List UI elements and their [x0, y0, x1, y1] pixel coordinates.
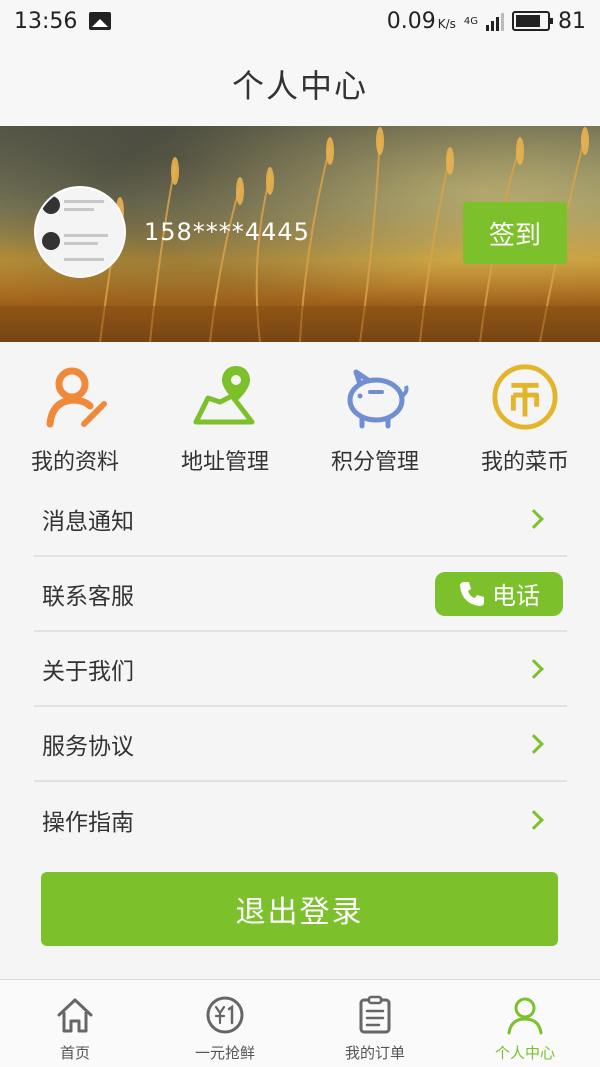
- home-icon: [53, 994, 97, 1036]
- page-title-bar: 个人中心: [0, 42, 600, 126]
- settings-menu: 消息通知 联系客服 电话 关于我们 服务协议 操作指南: [34, 482, 567, 857]
- menu-item-label: 消息通知: [42, 508, 134, 535]
- quick-actions: 我的资料 地址管理 积分管理 我的菜币: [0, 342, 600, 482]
- order-list-icon: [353, 994, 397, 1036]
- net-speed-unit: K/s: [437, 16, 456, 31]
- call-button-label: 电话: [492, 582, 540, 610]
- chevron-right-icon: [524, 658, 544, 679]
- quick-action-label: 地址管理: [180, 450, 269, 475]
- menu-item-label: 关于我们: [42, 658, 134, 685]
- phone-icon: [460, 581, 484, 606]
- menu-item-service-agreement[interactable]: 服务协议: [34, 707, 567, 782]
- tab-label: 首页: [59, 1044, 90, 1062]
- tab-label: 一元抢鲜: [194, 1044, 255, 1062]
- user-avatar[interactable]: [34, 186, 126, 278]
- quick-action-address[interactable]: 地址管理: [150, 342, 300, 482]
- menu-item-notifications[interactable]: 消息通知: [34, 482, 567, 557]
- quick-action-label: 我的菜币: [480, 450, 569, 475]
- call-button[interactable]: 电话: [435, 571, 563, 616]
- quick-action-label: 我的资料: [30, 450, 119, 475]
- profile-banner: 158****4445 签到: [0, 126, 600, 342]
- quick-action-points[interactable]: 积分管理: [300, 342, 450, 482]
- user-icon: [503, 994, 547, 1036]
- tab-flash-sale[interactable]: 一元抢鲜: [150, 980, 300, 1067]
- user-phone: 158****4445: [144, 218, 310, 246]
- battery-icon: [512, 11, 553, 31]
- quick-action-label: 积分管理: [330, 450, 419, 475]
- network-type: 4G: [463, 15, 478, 27]
- menu-item-label: 联系客服: [42, 583, 134, 610]
- menu-item-guide[interactable]: 操作指南: [34, 782, 567, 857]
- bottom-tab-bar: 首页 一元抢鲜 我的订单 个人中心: [0, 979, 600, 1067]
- tab-label: 个人中心: [494, 1044, 555, 1062]
- image-notification-icon: [89, 12, 112, 30]
- tab-label: 我的订单: [344, 1044, 405, 1062]
- checkin-button[interactable]: 签到: [463, 202, 567, 264]
- tab-orders[interactable]: 我的订单: [300, 980, 450, 1067]
- net-speed: 0.09 K/s: [386, 8, 456, 34]
- quick-action-profile[interactable]: 我的资料: [0, 342, 150, 482]
- chevron-right-icon: [524, 733, 544, 754]
- tab-profile[interactable]: 个人中心: [450, 980, 600, 1067]
- profile-edit-icon: [40, 362, 110, 432]
- tab-home[interactable]: 首页: [0, 980, 150, 1067]
- status-bar: 13:56 0.09 K/s 4G 81: [0, 0, 600, 42]
- yuan-coin-icon: [203, 994, 247, 1036]
- signal-icon: [486, 11, 504, 31]
- chevron-right-icon: [524, 508, 544, 529]
- quick-action-coins[interactable]: 我的菜币: [450, 342, 600, 482]
- page-title: 个人中心: [231, 67, 368, 105]
- piggy-bank-icon: [340, 362, 410, 432]
- menu-item-label: 操作指南: [42, 809, 134, 836]
- menu-item-customer-service: 联系客服 电话: [34, 557, 567, 632]
- coin-icon: [490, 362, 560, 432]
- menu-item-about[interactable]: 关于我们: [34, 632, 567, 707]
- menu-item-label: 服务协议: [42, 733, 134, 760]
- chevron-right-icon: [524, 809, 544, 830]
- status-time: 13:56: [14, 8, 78, 34]
- battery-level: 81: [558, 8, 586, 34]
- logout-button[interactable]: 退出登录: [41, 872, 558, 946]
- map-pin-icon: [190, 362, 260, 432]
